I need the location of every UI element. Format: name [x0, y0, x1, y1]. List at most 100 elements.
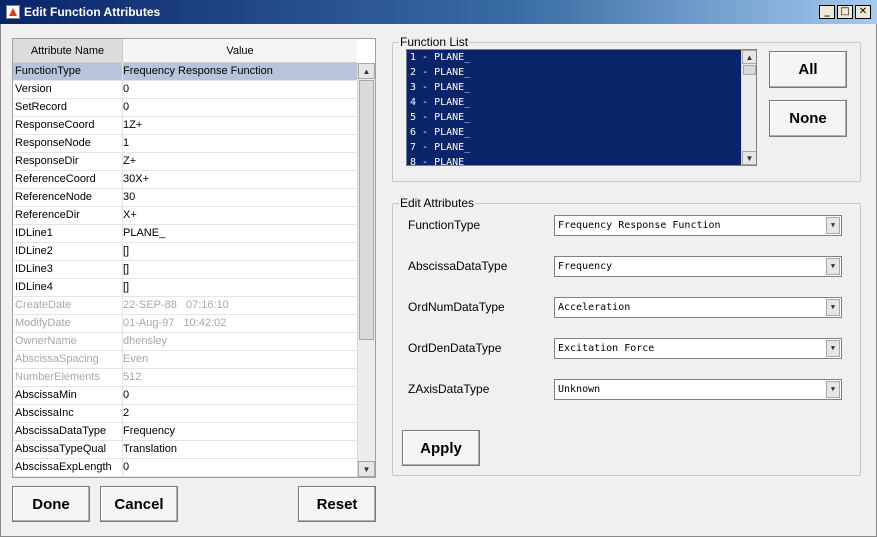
reset-button[interactable]: Reset [298, 486, 376, 522]
table-row[interactable]: AbscissaDataType Frequency [13, 423, 357, 441]
chevron-down-icon[interactable]: ▼ [826, 381, 840, 398]
attribute-value-cell[interactable]: 1Z+ [123, 117, 357, 134]
cancel-button[interactable]: Cancel [100, 486, 178, 522]
attribute-value-cell[interactable]: Z+ [123, 153, 357, 170]
table-row[interactable]: FunctionType Frequency Response Function [13, 63, 357, 81]
table-row[interactable]: ReferenceCoord 30X+ [13, 171, 357, 189]
list-item[interactable]: 3 - PLANE_ [407, 80, 741, 95]
field-label: OrdNumDataType [408, 300, 505, 314]
table-row[interactable]: ModifyDate 01-Aug-97 10:42:02 [13, 315, 357, 333]
select-all-button[interactable]: All [769, 51, 847, 88]
attribute-dropdown[interactable]: Unknown ▼ [554, 379, 842, 400]
attribute-value-cell[interactable]: 30 [123, 189, 357, 206]
table-row[interactable]: ReferenceNode 30 [13, 189, 357, 207]
field-label: ZAxisDataType [408, 382, 490, 396]
attribute-value-cell: dhensley [123, 335, 168, 347]
attribute-value-cell[interactable]: X+ [123, 207, 357, 224]
table-row[interactable]: IDLine4[] [13, 279, 357, 297]
table-row[interactable]: SetRecord 0 [13, 99, 357, 117]
attribute-dropdown[interactable]: Excitation Force ▼ [554, 338, 842, 359]
dropdown-value: Excitation Force [558, 343, 655, 354]
attribute-name-cell: CreateDate [13, 297, 123, 314]
chevron-down-icon[interactable]: ▼ [826, 340, 840, 357]
table-row[interactable]: IDLine2[] [13, 243, 357, 261]
attribute-value-cell[interactable]: 30X+ [123, 171, 357, 188]
attribute-value-cell[interactable]: Frequency Response Function [123, 63, 357, 80]
scroll-down-arrow-icon[interactable]: ▼ [742, 151, 756, 165]
attribute-dropdown[interactable]: Frequency Response Function ▼ [554, 215, 842, 236]
attribute-value-cell[interactable]: 0 [123, 459, 357, 476]
table-row[interactable]: AbscissaInc 2 [13, 405, 357, 423]
scroll-down-arrow-icon[interactable]: ▼ [358, 461, 375, 477]
list-item[interactable]: 8 - PLANE_ [407, 155, 741, 165]
chevron-down-icon[interactable]: ▼ [826, 299, 840, 316]
attribute-value-cell[interactable]: 0 [123, 387, 357, 404]
title-bar[interactable]: Edit Function Attributes _ □ ✕ [0, 0, 877, 24]
attribute-name-cell: IDLine1 [13, 225, 123, 242]
list-item[interactable]: 1 - PLANE_ [407, 50, 741, 65]
attribute-table-scrollbar[interactable]: ▲ ▼ [357, 63, 375, 477]
matlab-icon [6, 5, 20, 19]
attribute-value-cell[interactable]: 0 [123, 81, 357, 98]
table-row[interactable]: IDLine3[] [13, 261, 357, 279]
dropdown-value: Frequency Response Function [558, 220, 721, 231]
table-row[interactable]: AbscissaMin 0 [13, 387, 357, 405]
done-button[interactable]: Done [12, 486, 90, 522]
close-button[interactable]: ✕ [855, 5, 871, 19]
window-controls: _ □ ✕ [819, 5, 871, 19]
table-row[interactable]: ResponseNode 1 [13, 135, 357, 153]
table-row[interactable]: Version 0 [13, 81, 357, 99]
attribute-value-cell[interactable]: [] [123, 243, 357, 260]
scrollbar-thumb[interactable] [359, 80, 374, 340]
attribute-value-cell[interactable]: 0 [123, 99, 357, 116]
chevron-down-icon[interactable]: ▼ [826, 258, 840, 275]
attribute-name-cell: IDLine2 [13, 243, 123, 260]
attribute-dropdown[interactable]: Acceleration ▼ [554, 297, 842, 318]
dropdown-value: Unknown [558, 384, 601, 395]
chevron-down-icon[interactable]: ▼ [826, 217, 840, 234]
table-row[interactable]: AbscissaTypeQual Translation [13, 441, 357, 459]
function-listbox[interactable]: 1 - PLANE_ 2 - PLANE_ 3 - PLANE_ 4 - PLANE_… [406, 49, 757, 166]
attribute-name-cell: Version [13, 81, 123, 98]
list-item[interactable]: 5 - PLANE_ [407, 110, 741, 125]
attribute-value-cell[interactable]: Frequency [123, 423, 357, 440]
attribute-value-cell[interactable]: Translation [123, 441, 357, 458]
dropdown-value: Acceleration [558, 302, 631, 313]
list-item[interactable]: 6 - PLANE_ [407, 125, 741, 140]
maximize-button[interactable]: □ [837, 5, 853, 19]
table-row[interactable]: OwnerName dhensley [13, 333, 357, 351]
scroll-up-arrow-icon[interactable]: ▲ [358, 63, 375, 79]
list-item[interactable]: 2 - PLANE_ [407, 65, 741, 80]
attribute-value-cell[interactable]: [] [123, 279, 357, 296]
attribute-value-cell[interactable]: 2 [123, 405, 357, 422]
column-header-value[interactable]: Value [123, 39, 357, 62]
function-list-label: Function List [399, 35, 470, 49]
table-row[interactable]: ResponseDir Z+ [13, 153, 357, 171]
table-row[interactable]: ResponseCoord 1Z+ [13, 117, 357, 135]
apply-button[interactable]: Apply [402, 430, 480, 466]
table-row[interactable]: CreateDate 22-SEP-88 07:16:10 [13, 297, 357, 315]
attribute-table: Attribute Name Value FunctionType Frequen… [12, 38, 376, 478]
scrollbar-thumb[interactable] [743, 65, 756, 75]
attribute-dropdown[interactable]: Frequency ▼ [554, 256, 842, 277]
function-list-scrollbar[interactable]: ▲ ▼ [741, 50, 756, 165]
table-row[interactable]: AbscissaExpLength 0 [13, 459, 357, 477]
attribute-value-cell[interactable]: PLANE_ [123, 225, 357, 242]
attribute-value-cell[interactable]: [] [123, 261, 357, 278]
minimize-button[interactable]: _ [819, 5, 835, 19]
table-row[interactable]: IDLine1 PLANE_ [13, 225, 357, 243]
select-none-button[interactable]: None [769, 100, 847, 137]
list-item[interactable]: 7 - PLANE_ [407, 140, 741, 155]
list-item[interactable]: 4 - PLANE_ [407, 95, 741, 110]
attribute-value-cell[interactable]: 1 [123, 135, 357, 152]
scroll-up-arrow-icon[interactable]: ▲ [742, 50, 756, 64]
attribute-name-cell: NumberElements [13, 369, 123, 386]
attribute-name-cell: AbscissaExpLength [13, 459, 123, 476]
attribute-name-cell: ReferenceCoord [13, 171, 123, 188]
table-row[interactable]: NumberElements 512 [13, 369, 357, 387]
table-row[interactable]: AbscissaSpacing Even [13, 351, 357, 369]
table-row[interactable]: ReferenceDir X+ [13, 207, 357, 225]
attribute-name-cell: AbscissaMin [13, 387, 123, 404]
window-title: Edit Function Attributes [24, 5, 161, 19]
column-header-attribute-name[interactable]: Attribute Name [13, 39, 123, 62]
